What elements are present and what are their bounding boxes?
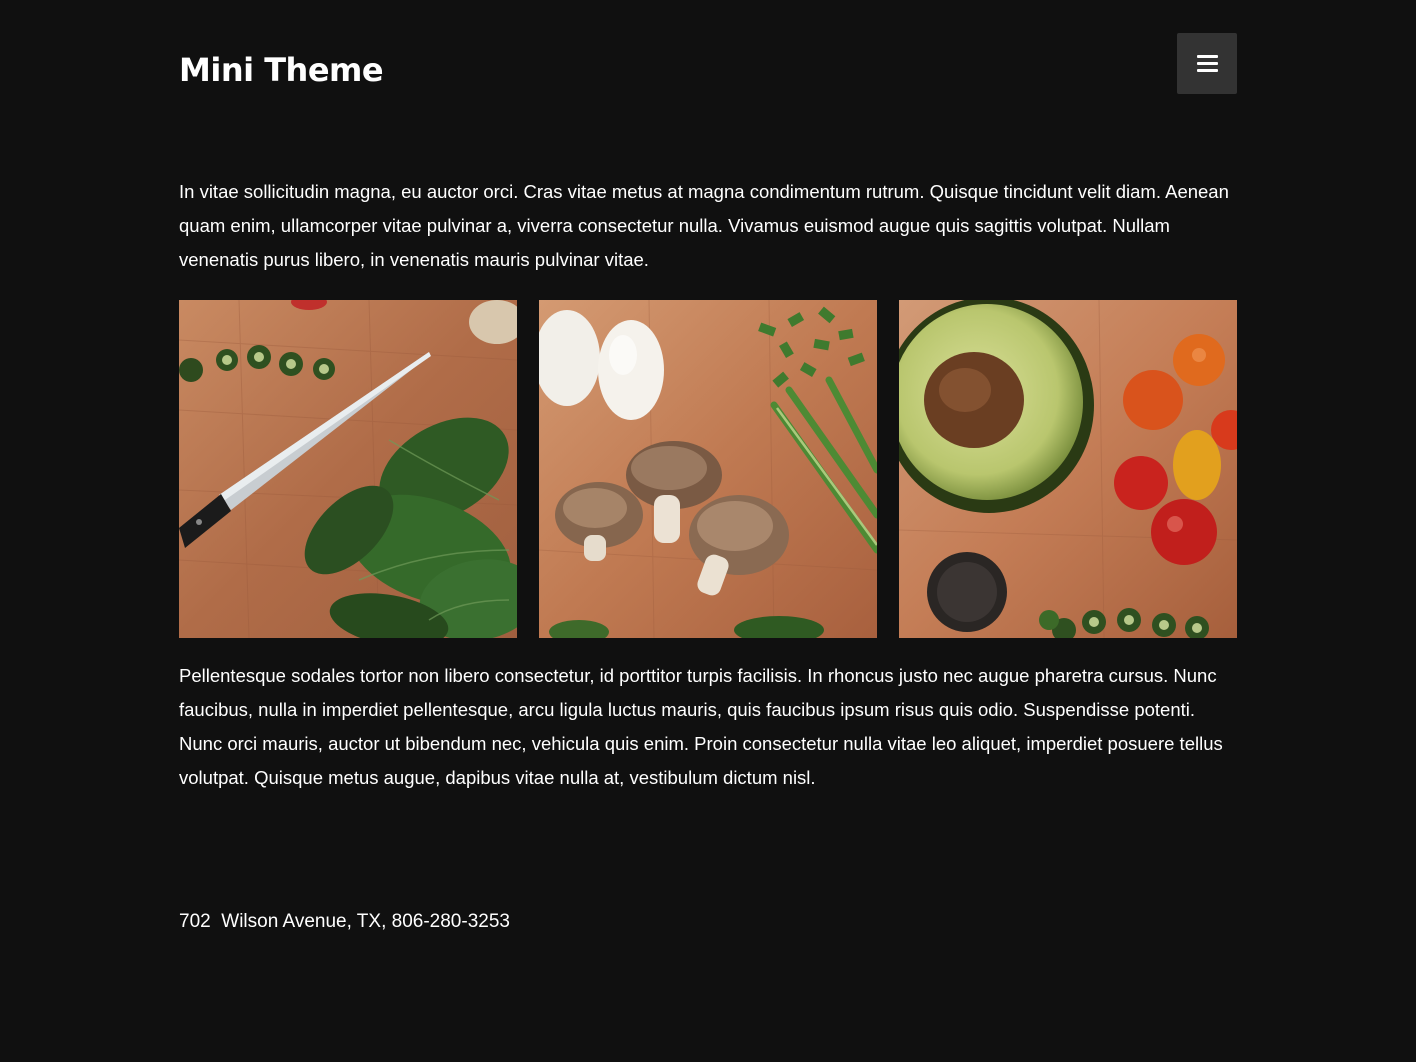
hamburger-menu-icon <box>1197 55 1218 58</box>
site-header: Mini Theme <box>179 0 1237 150</box>
menu-button[interactable] <box>1177 33 1237 94</box>
hamburger-menu-icon-bar <box>1197 62 1218 65</box>
page-container: Mini Theme In vitae sollicitudin magna, … <box>179 0 1237 932</box>
gallery-image-knife-spinach <box>179 300 517 638</box>
image-gallery <box>179 300 1237 638</box>
footer-address: 702 Wilson Avenue, TX, 806-280-3253 <box>179 911 510 932</box>
body-paragraph: Pellentesque sodales tortor non libero c… <box>179 665 1223 788</box>
gallery-image-avocado-tomatoes <box>899 300 1237 638</box>
hamburger-menu-icon-bar <box>1197 69 1218 72</box>
intro-paragraph: In vitae sollicitudin magna, eu auctor o… <box>179 181 1229 270</box>
site-title[interactable]: Mini Theme <box>179 50 384 90</box>
gallery-image-eggs-mushrooms <box>539 300 877 638</box>
